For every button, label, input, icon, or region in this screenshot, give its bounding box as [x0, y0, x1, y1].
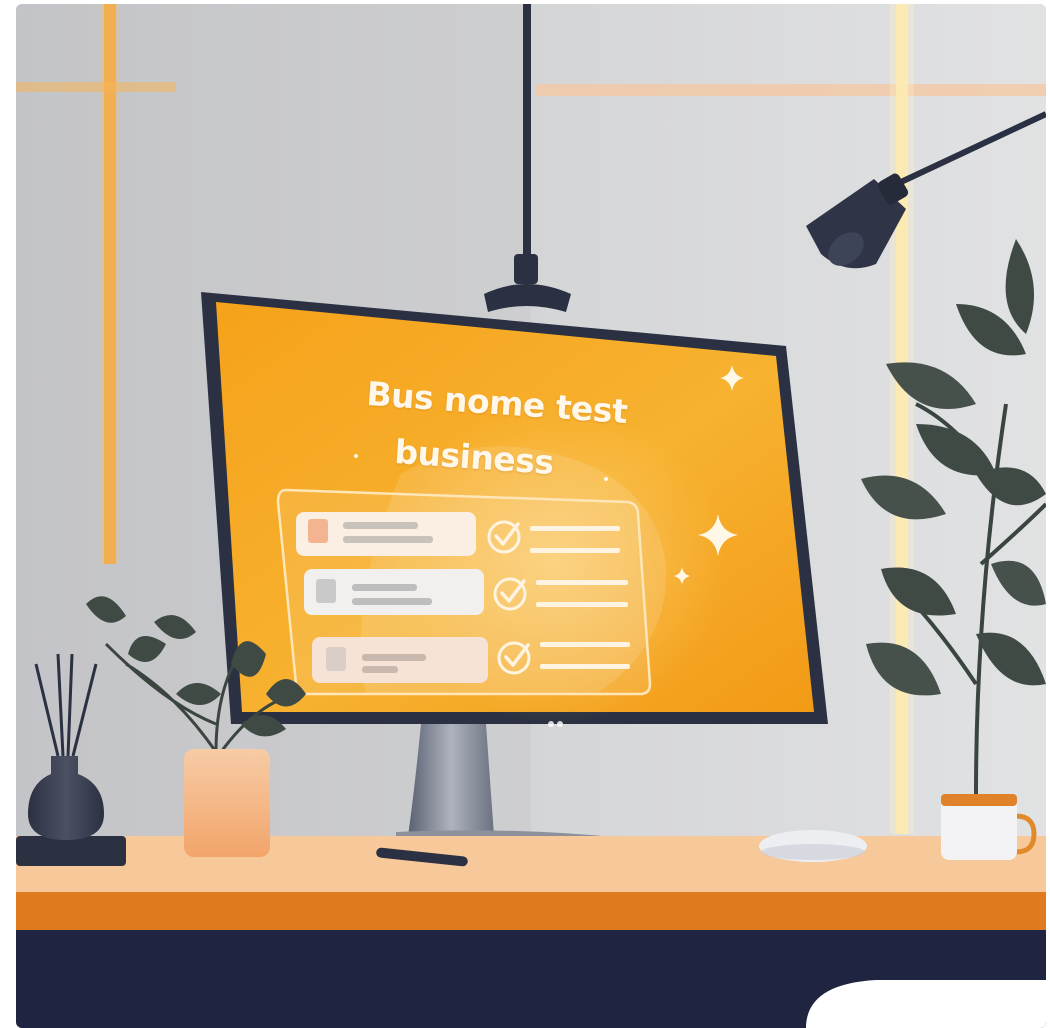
monitor-led-2 [557, 721, 563, 727]
sparkle-dot [354, 454, 358, 458]
row-3-label-line-2 [540, 664, 630, 669]
light-strip-right-glow [890, 4, 914, 834]
row-2-thumb [316, 579, 336, 603]
row-1-line [343, 522, 418, 529]
webcam-mount [514, 254, 538, 284]
row-3-line [362, 654, 426, 661]
corner-card [806, 980, 1046, 1028]
light-strip-left-horizontal [16, 82, 176, 92]
row-1-label-line [530, 526, 620, 531]
ceiling-cable [523, 4, 531, 259]
row-1-thumb [308, 519, 328, 543]
desk-scene [16, 4, 1046, 1028]
mug-rim [941, 794, 1017, 806]
monitor-stand [408, 724, 494, 836]
diffuser-tray [16, 836, 126, 866]
row-2-line [352, 584, 417, 591]
checklist-card [276, 488, 652, 696]
row-2-line-2 [352, 598, 432, 605]
sparkle-dot [604, 477, 608, 481]
row-1-label-line-2 [530, 548, 620, 553]
row-3-thumb [326, 647, 346, 671]
mouse-shadow [761, 844, 865, 860]
row-3-line-2 [362, 666, 398, 673]
small-plant-pot [184, 749, 270, 857]
row-2-label-line [536, 580, 628, 585]
row-1-line-2 [343, 536, 433, 543]
row-2-label-line-2 [536, 602, 628, 607]
monitor-led [548, 721, 554, 727]
desk-edge [16, 892, 1046, 930]
light-strip-top [536, 84, 1046, 96]
scene-frame: Bus nome test business [16, 4, 1046, 1028]
row-3-label-line [540, 642, 630, 647]
desk-top [16, 836, 1046, 898]
